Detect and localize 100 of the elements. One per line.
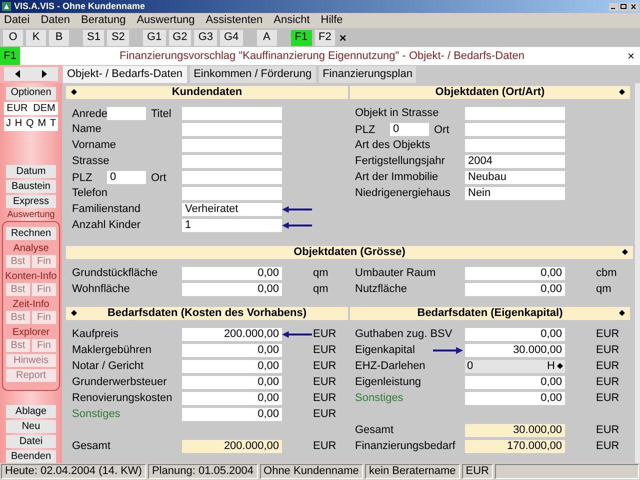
field-label: Eigenkapital xyxy=(355,344,415,356)
input-field[interactable]: 0,00 xyxy=(182,266,282,280)
input-field[interactable]: 30.000,00 xyxy=(465,344,565,356)
input-field[interactable]: 0,00 xyxy=(182,376,282,388)
menu-item[interactable]: Daten xyxy=(40,15,70,26)
toolbar-button[interactable]: G1 xyxy=(142,30,166,46)
close-button[interactable]: × xyxy=(338,30,348,46)
toolbar-button[interactable]: F1 xyxy=(290,30,312,46)
field-label: Strasse xyxy=(72,156,110,166)
period-option[interactable]: Q xyxy=(26,119,34,130)
toolbar-button[interactable]: G4 xyxy=(220,30,243,46)
field-label: Notar / Gericht xyxy=(72,360,144,372)
tab[interactable]: Finanzierungsplan xyxy=(318,66,416,82)
input-field[interactable] xyxy=(182,186,282,200)
input-field[interactable]: 170.000,00 xyxy=(465,440,565,452)
input-field[interactable]: 0,00 xyxy=(182,282,282,296)
period-option[interactable]: H xyxy=(14,119,22,130)
form-title: Finanzierungsvorschlag "Kauffinanzierung Eigennutzung" - Objekt- / Bedarfs-Daten xyxy=(118,50,526,62)
close-button[interactable]: × xyxy=(624,50,638,62)
toolbar-button[interactable]: S2 xyxy=(107,30,129,46)
nav-buttons[interactable] xyxy=(4,67,58,81)
close-icon[interactable] xyxy=(629,2,638,10)
sidebar-button[interactable]: Baustein xyxy=(6,180,56,193)
input-field[interactable]: 0,00 xyxy=(465,392,565,404)
toolbar-button[interactable]: B xyxy=(49,30,69,46)
menu-item[interactable]: Assistenten xyxy=(206,15,263,26)
field-label: Anzahl Kinder xyxy=(72,220,140,230)
input-field[interactable]: 0 xyxy=(390,122,429,136)
input-field[interactable] xyxy=(182,138,282,152)
sidebar-button[interactable]: Datum xyxy=(6,165,56,178)
input-field[interactable]: 0,00 xyxy=(182,408,282,420)
tab[interactable]: Objekt- / Bedarfs-Daten xyxy=(63,66,187,82)
app-icon xyxy=(2,2,11,11)
input-field[interactable] xyxy=(182,106,282,120)
status-field: Ohne Kundenname xyxy=(260,464,363,479)
section-title: Kundendaten xyxy=(172,87,242,98)
menu-item[interactable]: Beratung xyxy=(81,15,126,26)
menu-item[interactable]: Hilfe xyxy=(320,15,343,26)
input-field[interactable] xyxy=(182,122,282,136)
toolbar-button[interactable]: S1 xyxy=(83,30,104,46)
input-field[interactable] xyxy=(182,154,282,168)
sidebar-button[interactable]: Express xyxy=(6,195,56,208)
field-label: Eigenleistung xyxy=(355,376,422,388)
toolbar-button[interactable]: G3 xyxy=(194,30,217,46)
input-field[interactable]: 2004 xyxy=(465,154,565,168)
unit-label: EUR xyxy=(313,392,336,404)
input-field[interactable] xyxy=(465,138,565,152)
menu-item[interactable]: Datei xyxy=(4,15,30,26)
input-field[interactable]: Neubau xyxy=(465,170,565,184)
currency-option[interactable]: EUR xyxy=(6,104,28,114)
input-field[interactable] xyxy=(107,106,146,120)
sidebar-button[interactable]: Datei xyxy=(6,435,56,448)
toolbar-button[interactable]: A xyxy=(256,30,277,46)
sidebar-button[interactable]: Beenden xyxy=(6,450,56,463)
unit-label: EUR xyxy=(596,376,620,388)
field-label: Ort xyxy=(151,172,166,184)
menu-item[interactable]: Auswertung xyxy=(136,15,195,26)
input-field[interactable]: 1 xyxy=(182,218,282,232)
unit-label: EUR xyxy=(596,328,620,340)
input-field[interactable]: 0 xyxy=(107,170,146,184)
sidebar-button[interactable]: Rechnen xyxy=(6,227,56,240)
minimize-icon[interactable] xyxy=(609,2,618,10)
field-label: PLZ xyxy=(72,172,92,184)
input-field[interactable]: Nein xyxy=(465,186,565,200)
sidebar-button[interactable]: Optionen xyxy=(6,87,56,100)
section-title: Bedarfsdaten (Kosten des Vorhabens) xyxy=(107,308,307,319)
currency-option[interactable]: DEM xyxy=(33,104,56,114)
input-field[interactable] xyxy=(465,106,565,120)
input-field[interactable]: 200.000,00 xyxy=(182,440,282,452)
dropdown-field[interactable]: 0 H xyxy=(465,360,565,372)
sidebar-button[interactable]: Ablage xyxy=(6,405,56,418)
input-field[interactable]: 200.000,00 xyxy=(182,328,282,340)
right-arrow-icon[interactable] xyxy=(42,70,47,78)
period-option[interactable]: T xyxy=(50,119,56,130)
toolbar-button[interactable]: F2 xyxy=(314,30,336,46)
input-field[interactable]: 0,00 xyxy=(465,266,565,280)
input-field[interactable]: 0,00 xyxy=(182,344,282,356)
field-label: Finanzierungsbedarf xyxy=(355,440,456,452)
toolbar-button[interactable]: O xyxy=(3,30,23,46)
group-heading: Zeit-Info xyxy=(12,299,50,311)
unit-label: EUR xyxy=(313,344,336,356)
input-field[interactable]: 0,00 xyxy=(182,360,282,372)
sidebar-button[interactable]: Neu xyxy=(6,420,56,433)
input-field[interactable]: Verheiratet xyxy=(182,202,282,216)
input-field[interactable]: 0,00 xyxy=(182,392,282,404)
input-field[interactable]: 0,00 xyxy=(465,376,565,388)
input-field[interactable] xyxy=(465,122,565,136)
period-option[interactable]: M xyxy=(38,119,46,130)
left-arrow-icon[interactable] xyxy=(15,70,20,78)
toolbar-button[interactable]: K xyxy=(26,30,46,46)
input-field[interactable] xyxy=(182,170,282,184)
maximize-icon[interactable] xyxy=(619,2,628,10)
input-field[interactable]: 0,00 xyxy=(465,282,565,296)
tab[interactable]: Einkommen / Förderung xyxy=(190,66,316,82)
menu-item[interactable]: Ansicht xyxy=(274,15,310,26)
input-field[interactable]: 30.000,00 xyxy=(465,424,565,436)
toolbar-button[interactable]: G2 xyxy=(168,30,192,46)
period-option[interactable]: J xyxy=(6,119,11,130)
field-label: Umbauter Raum xyxy=(355,268,436,278)
input-field[interactable]: 0,00 xyxy=(465,328,565,340)
